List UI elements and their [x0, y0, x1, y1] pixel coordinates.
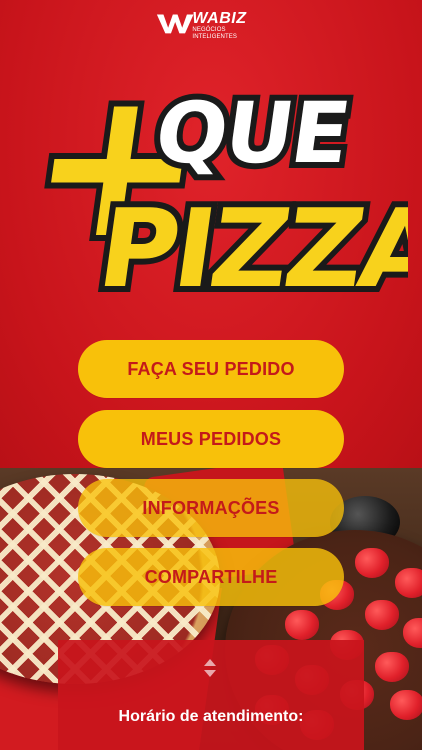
- wabiz-name: WABIZ: [192, 10, 247, 27]
- information-button[interactable]: INFORMAÇÕES: [78, 479, 344, 537]
- order-now-label: FAÇA SEU PEDIDO: [127, 358, 295, 379]
- wabiz-logo: WABIZ NEGÓCIOS INTELIGENTES: [155, 10, 267, 40]
- chevron-up-down-icon[interactable]: [202, 656, 218, 680]
- logo-word-que: QUE: [149, 84, 354, 182]
- hours-label: Horário de atendimento:: [118, 708, 304, 725]
- app-logo: + QUE PIZZA: [18, 50, 408, 318]
- my-orders-label: MEUS PEDIDOS: [140, 428, 282, 449]
- wabiz-tagline: NEGÓCIOS INTELIGENTES: [192, 27, 237, 40]
- my-orders-button[interactable]: MEUS PEDIDOS: [78, 410, 344, 468]
- share-label: COMPARTILHE: [144, 566, 278, 587]
- information-label: INFORMAÇÕES: [142, 497, 280, 518]
- wabiz-logo-icon: [156, 14, 194, 34]
- order-now-button[interactable]: FAÇA SEU PEDIDO: [78, 340, 344, 398]
- share-button[interactable]: COMPARTILHE: [78, 548, 344, 606]
- logo-word-pizza: PIZZA: [91, 185, 408, 311]
